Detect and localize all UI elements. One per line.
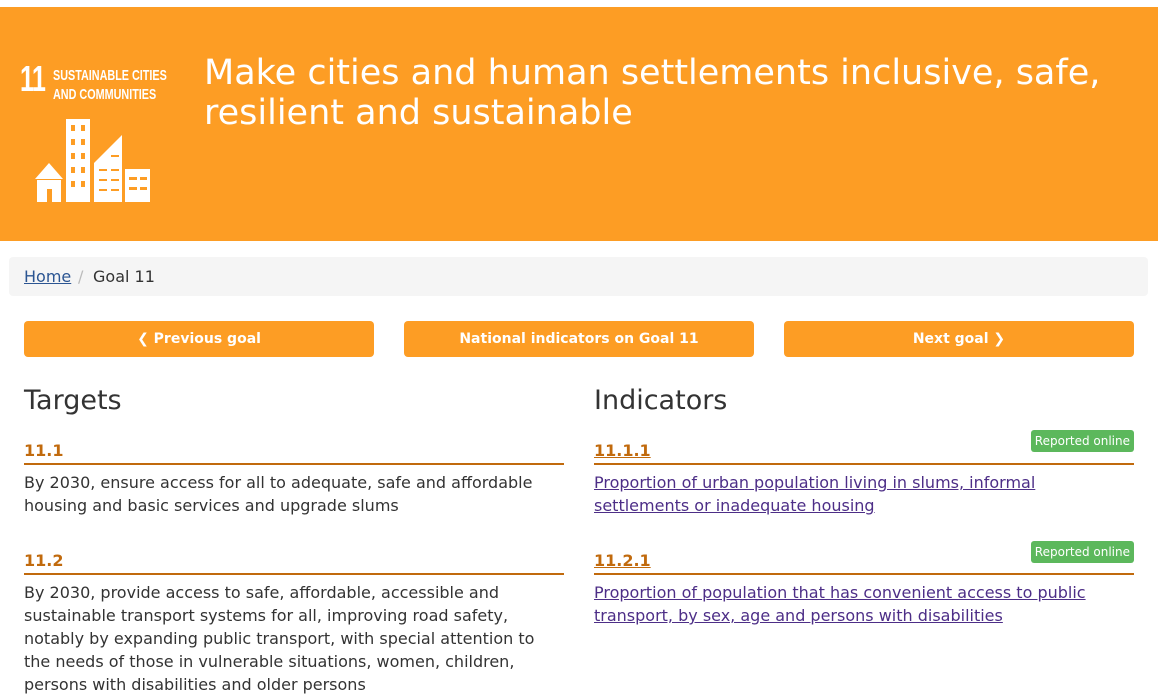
city-buildings-icon	[35, 119, 150, 202]
target-item: 11.2 By 2030, provide access to safe, af…	[24, 547, 564, 696]
indicator-item: 11.2.1 Reported online Proportion of pop…	[594, 541, 1134, 627]
target-header: 11.2	[24, 547, 564, 575]
target-text: By 2030, ensure access for all to adequa…	[24, 473, 533, 515]
reported-online-badge: Reported online	[1030, 430, 1134, 452]
target-code: 11.2	[24, 551, 64, 570]
logo-goal-name-line2: AND COMMUNITIES	[53, 86, 157, 103]
breadcrumb-current: Goal 11	[93, 267, 155, 286]
breadcrumb: Home / Goal 11	[9, 257, 1148, 296]
target-text: By 2030, provide access to safe, afforda…	[24, 583, 535, 694]
targets-heading: Targets	[24, 385, 122, 416]
indicator-text: Proportion of urban population living in…	[594, 471, 1134, 517]
target-code: 11.1	[24, 441, 64, 460]
target-item: 11.1 By 2030, ensure access for all to a…	[24, 437, 564, 517]
previous-goal-button[interactable]: ❮ Previous goal	[24, 321, 374, 357]
indicators-heading: Indicators	[594, 385, 728, 416]
goal-title: Make cities and human settlements inclus…	[204, 53, 1101, 133]
goal-banner: 11 SUSTAINABLE CITIES AND COMMUNITIES Ma…	[0, 7, 1158, 241]
previous-goal-label: Previous goal	[153, 331, 261, 347]
target-header: 11.1	[24, 437, 564, 465]
national-indicators-label: National indicators on Goal 11	[459, 331, 699, 347]
chevron-left-icon: ❮	[137, 331, 149, 347]
indicator-item: 11.1.1 Reported online Proportion of urb…	[594, 430, 1134, 517]
indicator-link[interactable]: Proportion of population that has conven…	[594, 583, 1086, 625]
indicator-text: Proportion of population that has conven…	[594, 581, 1134, 627]
indicator-code-link[interactable]: 11.1.1	[594, 441, 651, 461]
national-indicators-button[interactable]: National indicators on Goal 11	[404, 321, 754, 357]
breadcrumb-home-link[interactable]: Home	[24, 257, 71, 296]
sdg-goal-11-logo: 11 SUSTAINABLE CITIES AND COMMUNITIES	[20, 59, 170, 209]
breadcrumb-separator: /	[78, 267, 84, 286]
indicator-code-link[interactable]: 11.2.1	[594, 551, 651, 571]
logo-goal-number: 11	[20, 58, 46, 99]
chevron-right-icon: ❯	[993, 331, 1006, 347]
logo-goal-name-line1: SUSTAINABLE CITIES	[53, 67, 167, 84]
indicator-header: 11.2.1 Reported online	[594, 541, 1134, 575]
next-goal-button[interactable]: Next goal ❯	[784, 321, 1134, 357]
logo-goal-name: SUSTAINABLE CITIES AND COMMUNITIES	[53, 66, 167, 104]
reported-online-badge: Reported online	[1030, 541, 1134, 563]
next-goal-label: Next goal	[912, 331, 989, 347]
indicator-link[interactable]: Proportion of urban population living in…	[594, 473, 1035, 515]
indicator-header: 11.1.1 Reported online	[594, 430, 1134, 465]
